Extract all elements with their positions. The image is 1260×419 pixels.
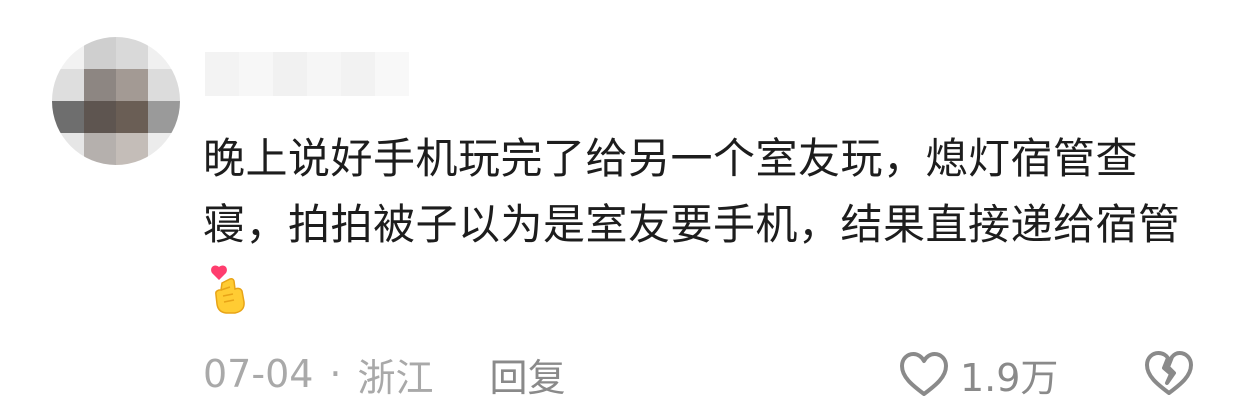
meta-separator: · [329, 352, 342, 396]
username-blur-block [239, 52, 273, 96]
comment-location: 浙江 [357, 355, 434, 400]
avatar[interactable] [52, 37, 180, 165]
avatar-pixel [148, 69, 180, 101]
comment-date: 07-04 [203, 352, 314, 396]
avatar-pixel [84, 37, 116, 69]
avatar-pixel [52, 37, 84, 69]
avatar-pixel [84, 101, 116, 133]
avatar-pixel [52, 133, 84, 165]
avatar-pixel [148, 37, 180, 69]
avatar-pixel [84, 69, 116, 101]
username-blur-block [273, 52, 307, 96]
username-blur-block [375, 52, 409, 96]
finger-heart-emoji [211, 265, 245, 314]
avatar-pixel [116, 69, 148, 101]
username-blur-block [341, 52, 375, 96]
username[interactable] [205, 52, 409, 96]
reply-button[interactable]: 回复 [490, 347, 566, 402]
username-blur-block [205, 52, 239, 96]
broken-heart-outline-icon[interactable] [1142, 348, 1196, 398]
comment-meta: 07-04 · 浙江 回复 [203, 348, 566, 400]
comment-body: 晚上说好手机玩完了给另一个室友玩，熄灯宿管查寝，拍拍被子以为是室友要手机，结果直… [203, 126, 1213, 324]
avatar-pixel [52, 101, 84, 133]
avatar-pixel [116, 37, 148, 69]
heart-outline-icon [900, 352, 948, 396]
like-count: 1.9万 [960, 355, 1059, 400]
avatar-pixel [84, 133, 116, 165]
like-button[interactable]: 1.9万 [898, 348, 1058, 400]
avatar-pixel [148, 133, 180, 165]
avatar-pixel [52, 69, 84, 101]
avatar-pixel [148, 101, 180, 133]
username-blur-block [307, 52, 341, 96]
comment-text: 晚上说好手机玩完了给另一个室友玩，熄灯宿管查寝，拍拍被子以为是室友要手机，结果直… [203, 134, 1181, 249]
avatar-pixel [116, 133, 148, 165]
avatar-pixel [116, 101, 148, 133]
